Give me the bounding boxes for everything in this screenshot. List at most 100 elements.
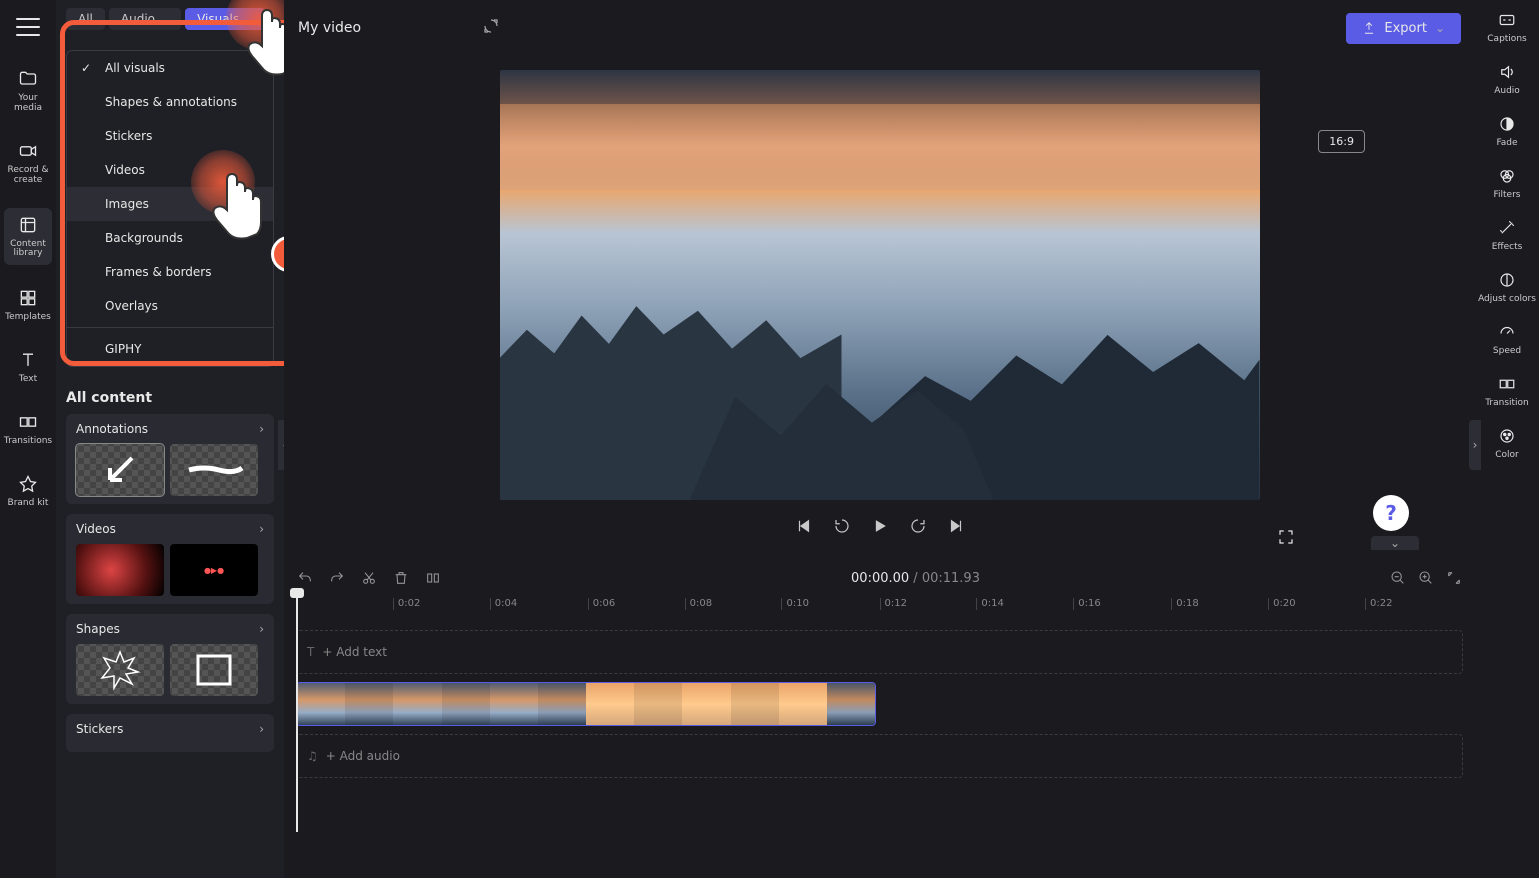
zoom-out-button[interactable] — [1389, 569, 1407, 587]
hamburger-menu-button[interactable] — [16, 18, 40, 36]
transitions-icon — [17, 411, 39, 433]
ruler-tick: 0:22 — [1365, 598, 1392, 610]
ruler-tick: 0:18 — [1171, 598, 1198, 610]
forward-button[interactable] — [908, 516, 928, 536]
aspect-ratio-button[interactable]: 16:9 — [1318, 130, 1365, 153]
category-header-videos[interactable]: Videos› — [76, 522, 264, 536]
right-item-effects[interactable]: Effects — [1492, 218, 1523, 252]
collapse-timeline-button[interactable]: ⌄ — [1371, 536, 1419, 550]
category-header-annotations[interactable]: Annotations› — [76, 422, 264, 436]
music-icon: ♫ — [307, 749, 318, 763]
audio-track-placeholder[interactable]: ♫ + Add audio — [296, 734, 1463, 778]
right-item-transition[interactable]: Transition — [1485, 374, 1529, 408]
zoom-in-button[interactable] — [1417, 569, 1435, 587]
video-clip[interactable] — [296, 682, 876, 726]
sidebar-item-templates[interactable]: Templates — [0, 283, 56, 327]
skip-forward-button[interactable] — [946, 516, 966, 536]
filter-tab-visuals[interactable]: Visuals ⌄ — [185, 8, 265, 30]
fit-button[interactable] — [1445, 569, 1463, 587]
collapse-right-button[interactable]: › — [1469, 420, 1481, 470]
cut-button[interactable] — [360, 569, 378, 587]
player-controls — [794, 516, 966, 536]
sidebar-item-text[interactable]: Text — [0, 345, 56, 389]
help-button[interactable]: ? — [1373, 495, 1409, 531]
split-button[interactable] — [424, 569, 442, 587]
ruler-tick: 0:08 — [685, 598, 712, 610]
ruler-tick: 0:20 — [1268, 598, 1295, 610]
right-item-speed[interactable]: Speed — [1493, 322, 1521, 356]
sync-icon[interactable] — [482, 17, 500, 39]
sidebar-item-transitions[interactable]: Transitions — [0, 407, 56, 451]
right-item-audio[interactable]: Audio — [1494, 62, 1520, 96]
sidebar-item-your-media[interactable]: Your media — [0, 64, 56, 118]
thumbnail-shape-frame[interactable] — [170, 644, 258, 696]
record-icon — [17, 140, 39, 162]
dropdown-item-stickers[interactable]: Stickers — [67, 119, 273, 153]
dropdown-item-videos[interactable]: Videos — [67, 153, 273, 187]
category-shapes: Shapes› — [66, 614, 274, 704]
timeline-toolbar: 00:00.00 / 00:11.93 — [284, 558, 1475, 598]
dropdown-item-frames-borders[interactable]: Frames & borders — [67, 255, 273, 289]
top-bar: Export ⌄ — [284, 0, 1475, 56]
right-item-captions[interactable]: Captions — [1487, 10, 1526, 44]
dropdown-item-shapes-annotations[interactable]: Shapes & annotations — [67, 85, 273, 119]
undo-button[interactable] — [296, 569, 314, 587]
timeline-ruler[interactable]: 0:02 0:04 0:06 0:08 0:10 0:12 0:14 0:16 … — [296, 598, 1463, 622]
chevron-right-icon: › — [259, 522, 264, 536]
category-videos: Videos› ●▶● — [66, 514, 274, 604]
dropdown-item-all-visuals[interactable]: ✓All visuals — [67, 51, 273, 85]
fullscreen-button[interactable] — [1277, 528, 1295, 550]
text-icon — [17, 349, 39, 371]
redo-button[interactable] — [328, 569, 346, 587]
chevron-right-icon: › — [259, 422, 264, 436]
effects-icon — [1496, 218, 1518, 238]
chevron-down-icon: ⌄ — [159, 12, 169, 26]
sidebar-item-content-library[interactable]: Content library — [4, 208, 52, 266]
play-button[interactable] — [870, 516, 890, 536]
category-annotations: Annotations› — [66, 414, 274, 504]
sidebar-item-brand-kit[interactable]: Brand kit — [0, 469, 56, 513]
right-item-fade[interactable]: Fade — [1496, 114, 1518, 148]
brandkit-icon — [17, 473, 39, 495]
right-item-filters[interactable]: Filters — [1494, 166, 1521, 200]
chevron-down-icon: ⌄ — [1435, 21, 1445, 35]
sidebar-item-record-create[interactable]: Record & create — [0, 136, 56, 190]
category-header-stickers[interactable]: Stickers› — [76, 722, 264, 736]
captions-icon — [1496, 10, 1518, 30]
thumbnail-annotation-line[interactable] — [170, 444, 258, 496]
text-icon: T — [307, 645, 314, 659]
filter-tab-audio[interactable]: Audio ⌄ — [109, 8, 181, 30]
templates-icon — [17, 287, 39, 309]
thumbnail-video-1[interactable] — [76, 544, 164, 596]
transition-icon — [1496, 374, 1518, 394]
delete-button[interactable] — [392, 569, 410, 587]
left-sidebar: Your media Record & create Content libra… — [0, 0, 56, 878]
dropdown-item-backgrounds[interactable]: Backgrounds — [67, 221, 273, 255]
export-button[interactable]: Export ⌄ — [1346, 13, 1461, 44]
playhead[interactable] — [296, 592, 298, 832]
video-preview[interactable] — [500, 70, 1260, 500]
right-item-adjust-colors[interactable]: Adjust colors — [1478, 270, 1536, 304]
ruler-tick: 0:14 — [976, 598, 1003, 610]
video-title-input[interactable] — [298, 20, 472, 36]
rewind-button[interactable] — [832, 516, 852, 536]
skip-back-button[interactable] — [794, 516, 814, 536]
ruler-tick: 0:16 — [1073, 598, 1100, 610]
thumbnail-video-2[interactable]: ●▶● — [170, 544, 258, 596]
video-track — [296, 682, 1463, 726]
dropdown-item-giphy[interactable]: GIPHY — [67, 332, 273, 366]
thumbnail-annotation-arrow[interactable] — [76, 444, 164, 496]
chevron-right-icon: › — [1473, 438, 1478, 452]
ruler-tick: 0:10 — [781, 598, 808, 610]
text-track-placeholder[interactable]: T + Add text — [296, 630, 1463, 674]
right-item-color[interactable]: Color — [1495, 426, 1519, 460]
thumbnail-shape-burst[interactable] — [76, 644, 164, 696]
filter-tab-all[interactable]: All — [66, 8, 105, 30]
dropdown-item-images[interactable]: Images — [67, 187, 273, 221]
category-header-shapes[interactable]: Shapes› — [76, 622, 264, 636]
folder-icon — [17, 68, 39, 90]
dropdown-item-overlays[interactable]: Overlays — [67, 289, 273, 323]
adjust-colors-icon — [1496, 270, 1518, 290]
dropdown-divider — [67, 327, 273, 328]
chevron-right-icon: › — [259, 622, 264, 636]
